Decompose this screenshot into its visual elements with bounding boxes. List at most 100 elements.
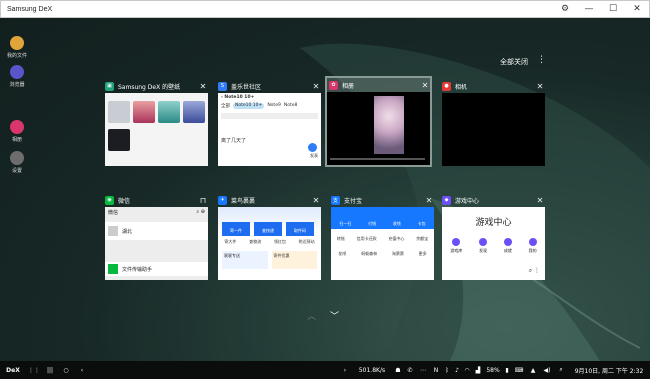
cainiao-banner: 寄件优惠: [271, 251, 317, 269]
browser-icon: [10, 65, 24, 79]
desktop-icon-label: 我的文件: [6, 53, 27, 59]
clock-datetime[interactable]: 9月10日, 周二 下午 2:32: [568, 361, 650, 379]
gallery-app-icon: ✿: [329, 80, 338, 90]
close-card-button[interactable]: ✕: [311, 82, 321, 91]
minimize-button[interactable]: —: [577, 0, 601, 18]
game-center-app-icon: ◆: [442, 195, 451, 205]
more-notifications-icon[interactable]: ⋯: [416, 361, 430, 379]
home-icon[interactable]: ○: [58, 361, 74, 379]
window-titlebar: Samsung DeX ⚙ — ☐ ✕: [0, 0, 650, 18]
cainiao-action: 查物流: [249, 239, 262, 244]
expand-tray-icon[interactable]: ›: [338, 361, 352, 379]
dex-button[interactable]: DeX: [0, 361, 26, 379]
cainiao-app-icon: ✈: [218, 195, 227, 205]
dex-wallpaper-app-icon: ▣: [105, 81, 114, 91]
signal-icon[interactable]: ▟: [472, 361, 484, 379]
apps-grid-icon[interactable]: ⋮⋮: [26, 361, 42, 379]
gallery-icon: [10, 120, 24, 134]
community-tab-active: Note10 10+: [233, 103, 265, 109]
desktop-icon-browser[interactable]: 浏览器: [6, 65, 28, 88]
close-window-button[interactable]: ✕: [625, 0, 649, 18]
desktop-icon-gallery[interactable]: 相册: [6, 120, 28, 143]
messages-icon[interactable]: ✆: [404, 361, 416, 379]
alipay-top-item: 扫一扫: [339, 221, 352, 226]
recents-icon[interactable]: |||: [42, 361, 58, 379]
card-app-name: 微信: [118, 197, 131, 205]
close-card-button[interactable]: ✕: [198, 82, 208, 91]
game-center-title: 游戏中心: [475, 218, 512, 228]
recent-card-alipay[interactable]: 支 支付宝 ✕ 扫一扫 付钱 收钱 卡包 转账 信用卡还款 充值中心 余额宝 花…: [331, 193, 434, 280]
desktop-icon-label: 相册: [11, 137, 22, 143]
volume-icon[interactable]: ◀): [540, 361, 554, 379]
screen-capture-icon[interactable]: ▲: [526, 361, 540, 379]
close-all-button[interactable]: 全部关闭: [500, 57, 528, 67]
folder-icon: [10, 36, 24, 50]
wechat-title: 微信: [108, 210, 119, 216]
battery-percent: 58%: [486, 366, 500, 374]
recents-screen: 我的文件 浏览器 相册 设置 全部关闭 ⋮ ▣ Samsung DeX 的壁纸 …: [0, 18, 650, 361]
page-up-chevron-icon[interactable]: ︿: [307, 309, 316, 322]
reply-button-label: 发表: [310, 153, 318, 158]
alipay-top-item: 付钱: [368, 221, 377, 226]
wifi-icon[interactable]: ◠: [462, 361, 472, 379]
card-app-name: 支付宝: [344, 197, 363, 205]
dex-taskbar: DeX ⋮⋮ ||| ○ ‹ › 501.8K/s ☗ ✆ ⋯ N ᛒ ♪ ◠ …: [0, 361, 650, 379]
cainiao-action: 领红包: [273, 239, 286, 244]
alipay-service: 淘票票: [391, 251, 404, 256]
cainiao-tile: 寄一件: [222, 222, 250, 236]
alipay-service: 信用卡还款: [356, 236, 377, 241]
nfc-icon[interactable]: N: [430, 361, 442, 379]
network-speed: 501.8K/s: [358, 366, 386, 374]
settings-gear-icon: [10, 151, 24, 165]
card-preview: 游戏中心 游戏库 发现 成就 我的 ⌕ ⋮: [442, 207, 545, 280]
settings-icon[interactable]: ⚙: [553, 0, 577, 18]
card-app-name: 游戏中心: [455, 197, 480, 205]
recent-card-game-center[interactable]: ◆ 游戏中心 ✕ 游戏中心 游戏库 发现 成就 我的 ⌕ ⋮: [442, 193, 545, 280]
card-preview: ‹ Note10 10+ 全部 Note10 10+ Note9 Note8 离…: [218, 93, 321, 166]
alipay-service: 余额宝: [416, 236, 429, 241]
alipay-top-item: 收钱: [392, 221, 401, 226]
page-down-chevron-icon[interactable]: ﹀: [330, 309, 339, 322]
desktop-icon-label: 浏览器: [9, 82, 25, 88]
lock-icon[interactable]: ⊓: [198, 196, 208, 205]
close-card-button[interactable]: ✕: [535, 82, 545, 91]
camera-app-icon: ●: [442, 81, 451, 91]
close-card-button[interactable]: ✕: [420, 81, 430, 90]
card-preview: [105, 93, 208, 166]
community-tab: Note8: [283, 103, 298, 108]
recent-card-dex-wallpaper[interactable]: ▣ Samsung DeX 的壁纸 ✕: [105, 79, 208, 166]
desktop-icon-files[interactable]: 我的文件: [6, 36, 28, 59]
game-center-button: 游戏库: [450, 248, 463, 253]
bluetooth-icon[interactable]: ᛒ: [442, 361, 452, 379]
wechat-chat-name: 湖北: [122, 228, 133, 235]
mute-icon[interactable]: ♪: [452, 361, 462, 379]
recent-card-wechat[interactable]: ◉ 微信 ⊓ 微信 ⌕ ⊕ 湖北 文件传输助手: [105, 193, 208, 280]
recent-card-samsung-community[interactable]: S 盖乐世社区 ✕ ‹ Note10 10+ 全部 Note10 10+ Not…: [218, 79, 321, 166]
community-app-icon: S: [218, 81, 227, 91]
close-card-button[interactable]: ✕: [424, 196, 434, 205]
alipay-service: 更多: [418, 251, 427, 256]
recent-card-gallery[interactable]: ✿ 相册 ✕: [325, 76, 432, 167]
card-preview: [442, 93, 545, 166]
desktop-icon-label: 设置: [11, 168, 22, 174]
cainiao-tile: 取件码: [286, 222, 314, 236]
back-icon[interactable]: ‹: [74, 361, 90, 379]
recent-card-cainiao[interactable]: ✈ 菜鸟裹裹 ✕ 寄一件 查快递 取件码 寄大件 查物流 领红包 附近驿站 裹裹…: [218, 193, 321, 280]
close-card-button[interactable]: ✕: [535, 196, 545, 205]
notification-icon[interactable]: ☗: [392, 361, 404, 379]
wallpaper-decoration: [300, 43, 650, 361]
card-app-name: 盖乐世社区: [231, 83, 262, 91]
card-preview: 扫一扫 付钱 收钱 卡包 转账 信用卡还款 充值中心 余额宝 花呗 蚂蚁森林 淘…: [331, 207, 434, 280]
recent-card-camera[interactable]: ● 相机 ✕: [442, 79, 545, 166]
more-options-icon[interactable]: ⋮: [537, 55, 546, 65]
desktop-icon-settings[interactable]: 设置: [6, 151, 28, 174]
maximize-button[interactable]: ☐: [601, 0, 625, 18]
card-app-name: 相册: [342, 82, 355, 90]
card-preview: 寄一件 查快递 取件码 寄大件 查物流 领红包 附近驿站 裹裹专送 寄件优惠: [218, 207, 321, 280]
search-icon[interactable]: ⌕: [554, 361, 568, 379]
close-card-button[interactable]: ✕: [311, 196, 321, 205]
window-title: Samsung DeX: [7, 5, 53, 13]
keyboard-icon[interactable]: ⌨: [512, 361, 526, 379]
alipay-top-item: 卡包: [417, 221, 426, 226]
game-center-button: 成就: [503, 248, 512, 253]
